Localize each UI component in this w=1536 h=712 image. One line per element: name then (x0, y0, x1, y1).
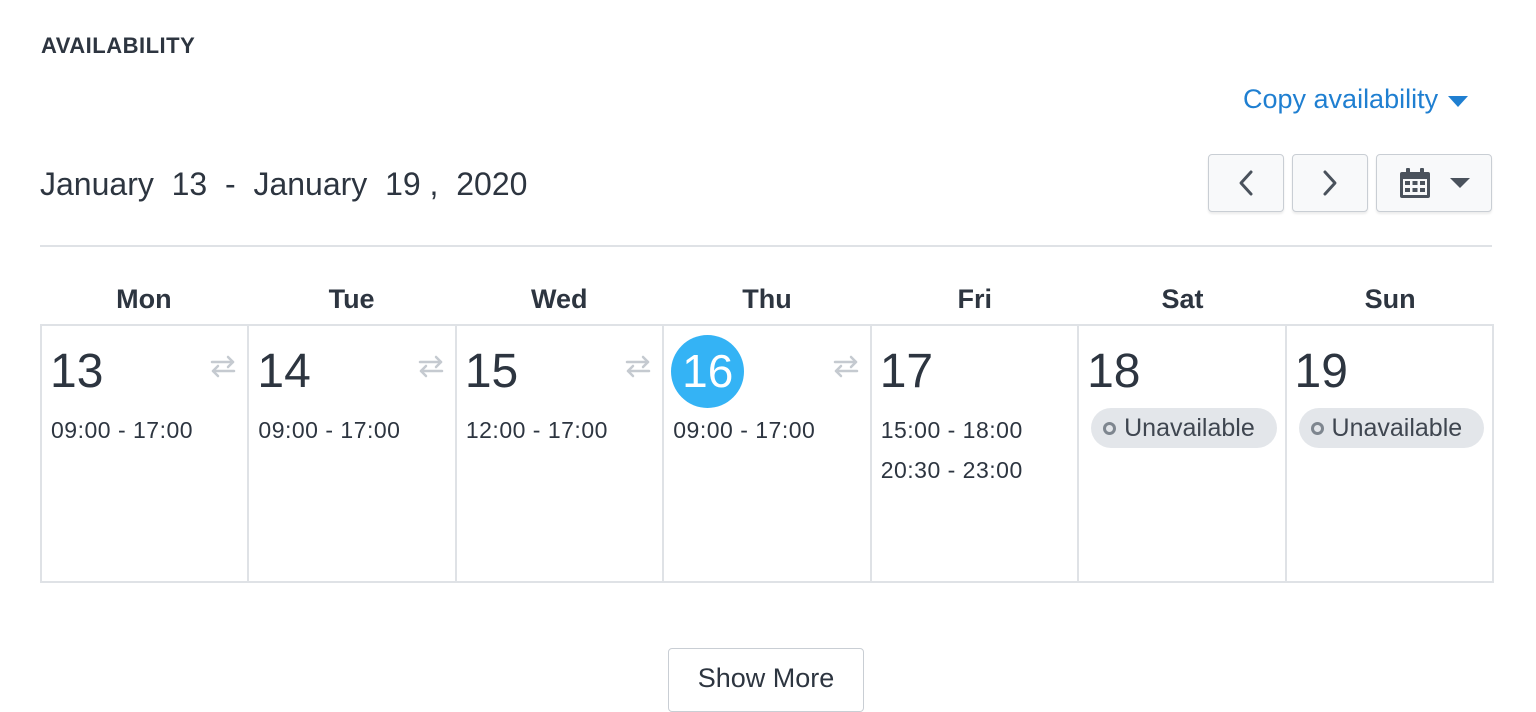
weekday-label: Fri (957, 284, 992, 314)
section-title: AVAILABILITY (41, 33, 196, 58)
copy-availability-label: Copy availability (1243, 84, 1439, 114)
date-number: 15 (464, 345, 519, 398)
time-slot-list: 09:00 - 17:00 (673, 410, 815, 450)
weekday-label: Sun (1364, 284, 1416, 314)
week-grid: 13 09:00 - 17:00 14 09:00 - 17:00 15 12:00 - … (40, 324, 1494, 583)
date-range-title: January 13 - January 19 , 2020 (40, 166, 528, 202)
calendar-icon (1400, 168, 1430, 198)
time-slot[interactable]: 09:00 - 17:00 (673, 410, 815, 450)
repeat-icon[interactable] (832, 354, 860, 383)
date-number: 18 (1087, 345, 1141, 398)
day-cell[interactable]: 18 Unavailable (1079, 326, 1287, 581)
time-slot-list: 09:00 - 17:00 (51, 410, 193, 450)
caret-down-icon (1448, 95, 1469, 107)
weekday-label: Thu (742, 284, 792, 314)
day-cell[interactable]: 15 12:00 - 17:00 (457, 326, 665, 581)
time-slot[interactable]: 09:00 - 17:00 (51, 410, 193, 450)
weekday-label: Tue (328, 284, 375, 314)
repeat-icon[interactable] (209, 354, 237, 383)
weekday-header: Mon Tue Wed Thu Fri Sat Sun (40, 284, 1494, 315)
circle-outline-icon (1310, 421, 1324, 435)
time-slot-list: 15:00 - 18:00 20:30 - 23:00 (881, 410, 1023, 490)
show-more-button[interactable]: Show More (668, 648, 864, 712)
date-number: 14 (257, 345, 311, 398)
next-week-button[interactable] (1292, 154, 1368, 212)
day-cell[interactable]: 16 09:00 - 17:00 (664, 326, 872, 581)
time-slot[interactable]: 15:00 - 18:00 (881, 410, 1023, 450)
time-slot[interactable]: 12:00 - 17:00 (466, 410, 608, 450)
date-number: 17 (879, 345, 934, 398)
date-number: 13 (50, 345, 104, 398)
unavailable-label: Unavailable (1124, 413, 1255, 442)
time-slot[interactable]: 09:00 - 17:00 (258, 410, 400, 450)
day-cell[interactable]: 14 09:00 - 17:00 (249, 326, 457, 581)
chevron-right-icon (1323, 170, 1337, 196)
time-slot[interactable]: 20:30 - 23:00 (881, 450, 1023, 490)
time-slot-list: 09:00 - 17:00 (258, 410, 400, 450)
date-picker-button[interactable] (1376, 154, 1492, 212)
caret-down-icon (1450, 178, 1470, 188)
date-number: 19 (1294, 345, 1348, 398)
unavailable-badge: Unavailable (1298, 408, 1485, 448)
repeat-icon[interactable] (624, 354, 652, 383)
previous-week-button[interactable] (1208, 154, 1284, 212)
day-cell[interactable]: 17 15:00 - 18:00 20:30 - 23:00 (872, 326, 1080, 581)
repeat-icon[interactable] (417, 354, 445, 383)
chevron-left-icon (1239, 170, 1253, 196)
unavailable-label: Unavailable (1331, 413, 1463, 442)
circle-outline-icon (1103, 421, 1117, 435)
unavailable-badge: Unavailable (1091, 408, 1277, 448)
header-divider (40, 245, 1492, 247)
weekday-label: Mon (116, 284, 172, 314)
time-slot-list: 12:00 - 17:00 (466, 410, 608, 450)
copy-availability-dropdown[interactable]: Copy availability (1243, 84, 1469, 115)
weekday-label: Sat (1161, 284, 1204, 314)
day-cell[interactable]: 19 Unavailable (1287, 326, 1492, 581)
weekday-label: Wed (531, 284, 588, 314)
day-cell[interactable]: 13 09:00 - 17:00 (42, 326, 250, 581)
today-date-number: 16 (671, 335, 745, 408)
